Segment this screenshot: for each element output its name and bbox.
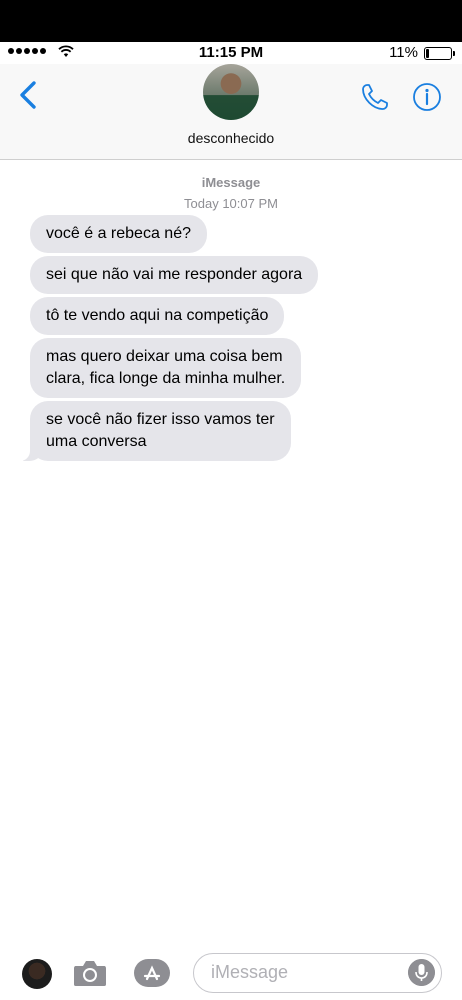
message-input[interactable] xyxy=(211,954,401,991)
message-text-line: mas quero deixar uma coisa bem xyxy=(46,348,283,365)
phone-icon[interactable] xyxy=(360,82,390,112)
microphone-icon[interactable] xyxy=(408,959,435,986)
back-chevron-icon[interactable] xyxy=(16,80,42,110)
message-text-line: sei que não vai me responder agora xyxy=(46,266,303,283)
battery-level xyxy=(426,49,429,58)
message-text-line: se você não fizer isso vamos ter xyxy=(46,411,275,428)
battery-icon xyxy=(424,47,455,60)
battery-percent: 11% xyxy=(389,44,418,61)
message-field[interactable] xyxy=(193,953,442,993)
message-text-line: você é a rebeca né? xyxy=(46,225,191,242)
contact-name[interactable]: desconhecido xyxy=(0,130,462,146)
message-text-line: tô te vendo aqui na competição xyxy=(46,307,269,324)
incoming-message-bubble[interactable]: se você não fizer isso vamos ter uma conv… xyxy=(20,401,291,461)
incoming-message-bubble[interactable]: tô te vendo aqui na competição xyxy=(30,297,285,335)
message-text-line: uma conversa xyxy=(46,433,147,450)
memoji-avatar-button[interactable] xyxy=(22,959,52,989)
service-label: iMessage xyxy=(201,175,261,190)
contact-avatar[interactable] xyxy=(203,64,259,120)
camera-icon[interactable] xyxy=(72,957,108,989)
thread-timestamp: Today 10:07 PM xyxy=(184,196,278,211)
status-bar: 11:15 PM 11% xyxy=(0,42,462,64)
incoming-message-bubble[interactable]: sei que não vai me responder agora xyxy=(30,256,319,294)
incoming-message-bubble[interactable]: você é a rebeca né? xyxy=(30,215,207,253)
top-bezel xyxy=(0,0,462,42)
app-store-icon[interactable] xyxy=(132,957,172,989)
info-icon[interactable] xyxy=(412,82,442,112)
compose-bar xyxy=(0,945,462,1000)
conversation-header: desconhecido xyxy=(0,64,462,160)
incoming-message-bubble[interactable]: mas quero deixar uma coisa bem clara, fic… xyxy=(30,338,302,398)
message-text-line: clara, fica longe da minha mulher. xyxy=(46,370,286,387)
